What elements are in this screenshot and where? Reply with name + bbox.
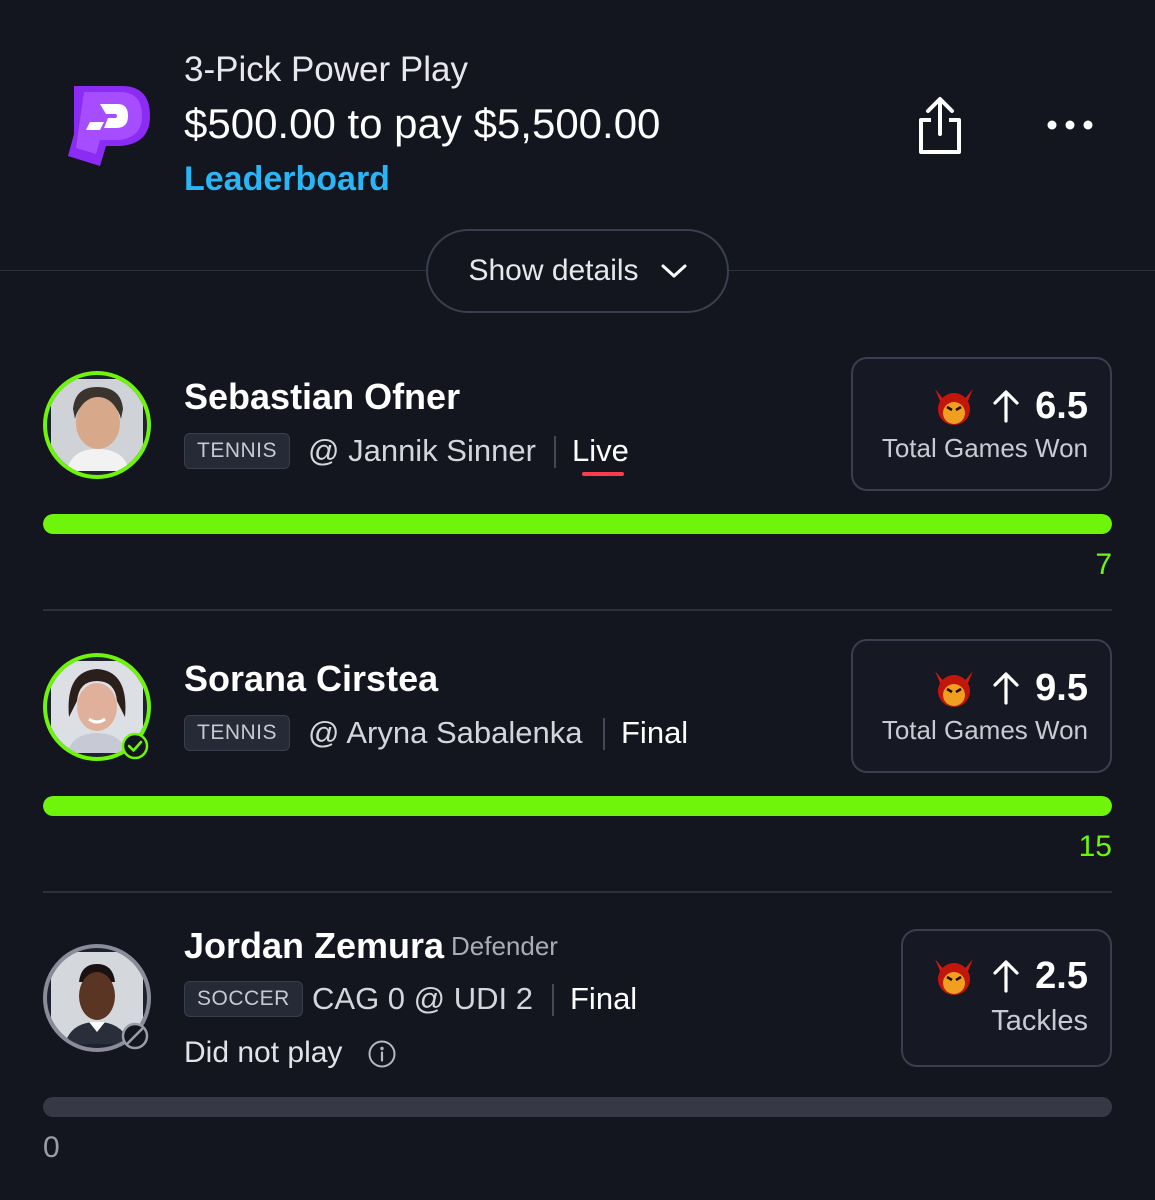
sport-tag: TENNIS bbox=[184, 433, 291, 469]
show-details-button[interactable]: Show details bbox=[426, 229, 729, 313]
did-not-play-note: Did not play bbox=[184, 1036, 343, 1069]
stat-type: Total Games Won bbox=[881, 715, 1088, 745]
entry-title: 3-Pick Power Play bbox=[184, 50, 468, 89]
projection-box[interactable]: 9.5 Total Games Won bbox=[851, 639, 1112, 773]
player-photo bbox=[51, 379, 143, 471]
projection-box[interactable]: 2.5 Tackles bbox=[901, 929, 1112, 1067]
separator bbox=[552, 984, 554, 1016]
progress-bar bbox=[43, 796, 1112, 816]
progress-value: 0 bbox=[43, 1131, 60, 1164]
demon-icon bbox=[935, 959, 974, 995]
progress-bar bbox=[43, 1097, 1112, 1117]
sport-tag: SOCCER bbox=[184, 981, 303, 1017]
demon-icon bbox=[935, 389, 974, 425]
stake-payout: $500.00 to pay $5,500.00 bbox=[184, 100, 661, 147]
progress-value: 7 bbox=[1095, 548, 1112, 581]
progress-fill bbox=[43, 514, 1112, 534]
player-avatar bbox=[43, 371, 151, 479]
leaderboard-link[interactable]: Leaderboard bbox=[184, 160, 390, 199]
separator bbox=[603, 718, 605, 750]
matchup-text: @ Aryna Sabalenka bbox=[308, 715, 583, 750]
game-status: Final bbox=[570, 981, 638, 1016]
chevron-down-icon bbox=[661, 264, 687, 278]
row-divider bbox=[43, 891, 1112, 893]
line-value: 9.5 bbox=[1035, 666, 1088, 709]
matchup-text: CAG 0 @ UDI 2 bbox=[312, 981, 533, 1016]
demon-icon bbox=[935, 671, 974, 707]
matchup-text: @ Jannik Sinner bbox=[308, 433, 536, 468]
up-arrow-icon bbox=[993, 960, 1019, 993]
progress-bar bbox=[43, 514, 1112, 534]
live-indicator bbox=[582, 472, 624, 476]
stat-type: Total Games Won bbox=[881, 433, 1088, 463]
app-logo bbox=[68, 86, 150, 166]
player-position: Defender bbox=[451, 931, 558, 961]
sport-tag: TENNIS bbox=[184, 715, 291, 751]
stat-type: Tackles bbox=[991, 1005, 1088, 1037]
more-options-icon[interactable] bbox=[1044, 110, 1096, 140]
up-arrow-icon bbox=[993, 672, 1019, 705]
info-icon[interactable] bbox=[367, 1039, 397, 1069]
player-name: Sorana Cirstea bbox=[184, 658, 439, 699]
line-value: 2.5 bbox=[1035, 954, 1088, 997]
row-divider bbox=[43, 609, 1112, 611]
show-details-label: Show details bbox=[468, 254, 639, 287]
game-status: Final bbox=[621, 715, 689, 750]
player-name: Jordan Zemura bbox=[184, 925, 445, 966]
player-name: Sebastian Ofner bbox=[184, 376, 461, 417]
progress-fill bbox=[43, 796, 1112, 816]
separator bbox=[554, 436, 556, 468]
up-arrow-icon bbox=[993, 390, 1019, 423]
check-badge-icon bbox=[121, 732, 149, 760]
progress-value: 15 bbox=[1078, 830, 1112, 863]
share-icon[interactable] bbox=[914, 96, 966, 156]
game-status: Live bbox=[572, 433, 629, 468]
projection-box[interactable]: 6.5 Total Games Won bbox=[851, 357, 1112, 491]
line-value: 6.5 bbox=[1035, 384, 1088, 427]
unavailable-badge-icon bbox=[121, 1022, 149, 1050]
